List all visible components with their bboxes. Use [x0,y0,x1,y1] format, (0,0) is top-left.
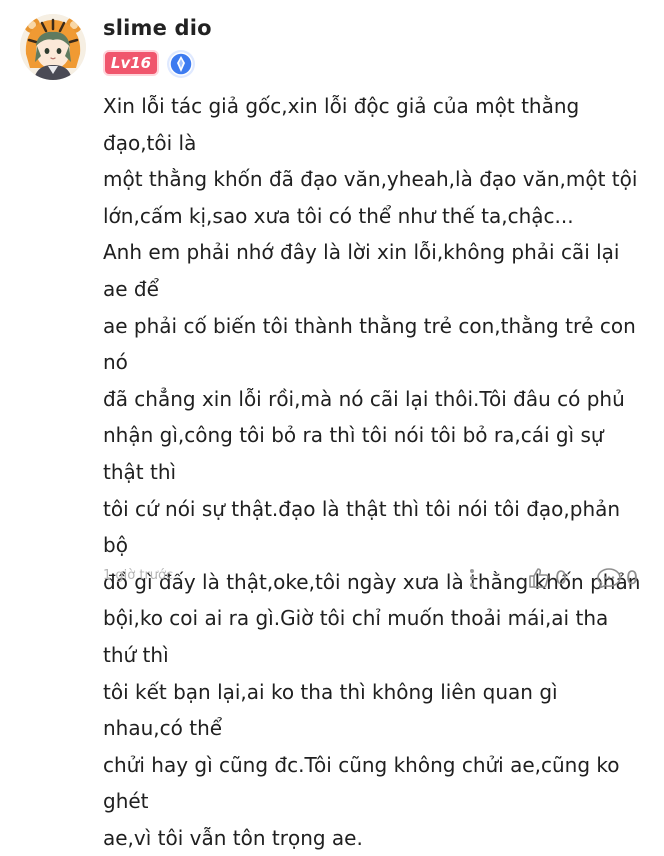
reply-button[interactable]: 0 [596,566,638,590]
like-button[interactable]: 0 [527,566,567,590]
tiger-hood-avatar-icon [20,14,86,80]
avatar[interactable] [20,14,86,80]
username[interactable]: slime dio [103,16,212,40]
level-badge: Lv16 [103,50,159,76]
chat-bubble-icon [597,568,621,589]
like-count: 0 [555,567,568,589]
thumbs-up-icon [529,568,549,588]
more-options-icon[interactable] [465,566,479,590]
reply-count: 0 [626,567,639,589]
blue-badge-icon [166,49,196,79]
timestamp: 1 giờ trước [103,568,174,583]
comment-text: Xin lỗi tác giả gốc,xin lỗi độc giả của … [103,94,641,850]
comment-card: slime dio Lv16 Xin lỗi tác giả gốc,xin l… [0,0,664,850]
comment-footer: 1 giờ trước 0 0 [103,566,648,590]
